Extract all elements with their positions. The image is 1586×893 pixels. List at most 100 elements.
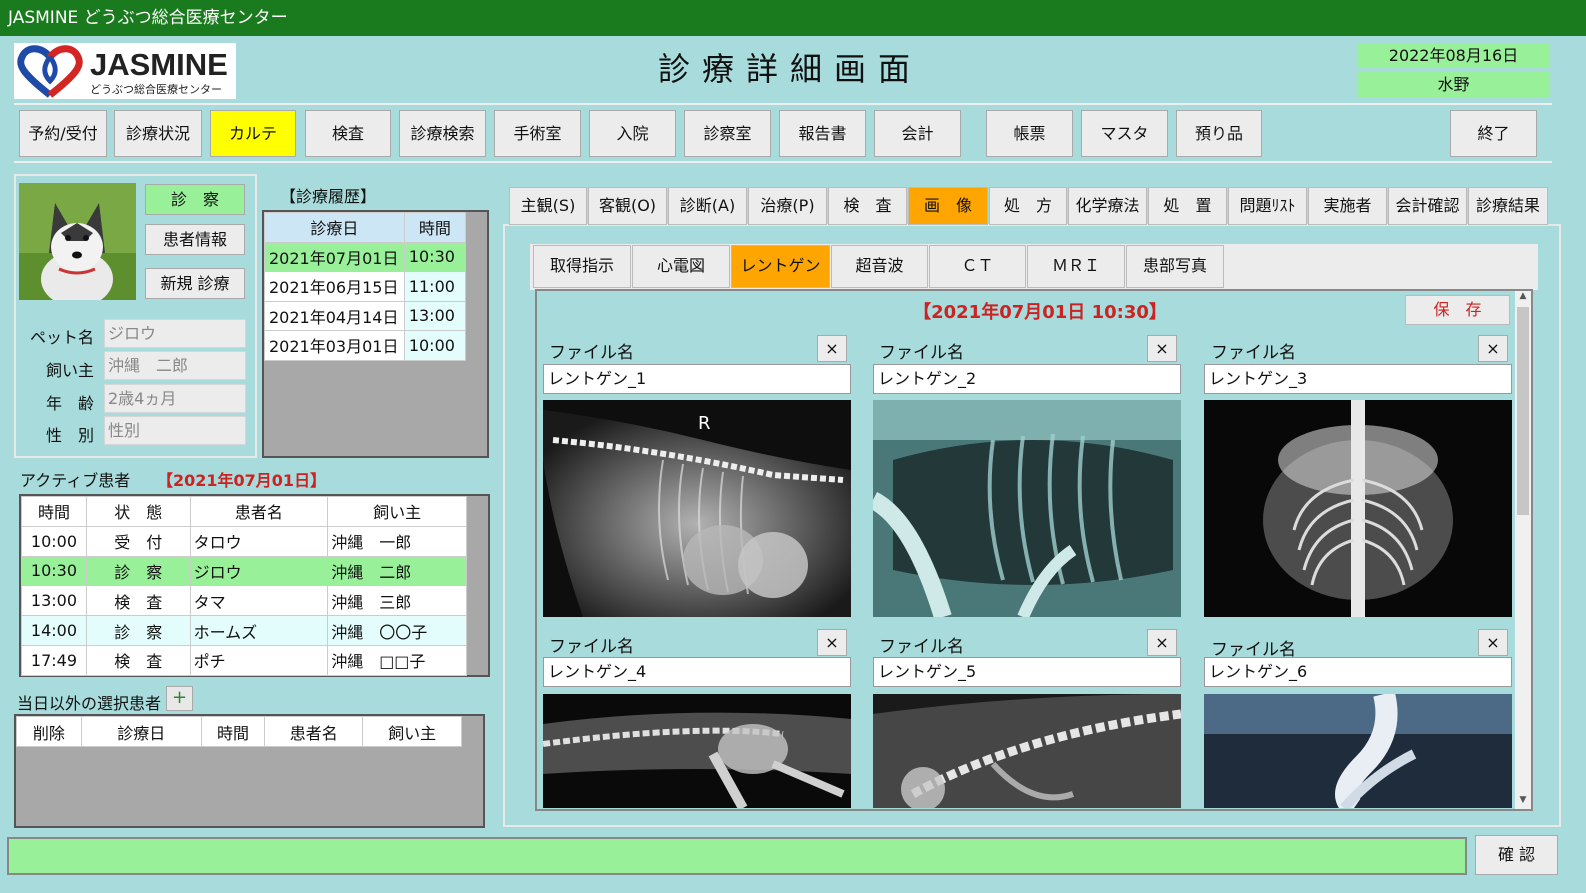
nav-exam-button[interactable]: 検査 xyxy=(305,110,391,157)
filename-input-4[interactable]: レントゲン_4 xyxy=(543,657,851,687)
history-row[interactable]: 2021年06月15日 11:00 xyxy=(264,271,467,302)
nav-search-button[interactable]: 診療検索 xyxy=(399,110,486,157)
nav-hospitalize-button[interactable]: 入院 xyxy=(589,110,676,157)
active-owner: 沖縄 □□子 xyxy=(327,644,467,676)
active-patients-panel: 時間 状 態 患者名 飼い主 10:00 受 付タロウ 沖縄 一郎 10:30 診 察… xyxy=(19,494,490,677)
tab-billing-confirm[interactable]: 会計確認 xyxy=(1388,187,1467,225)
close-icon[interactable]: × xyxy=(1147,335,1177,362)
tab-performer[interactable]: 実施者 xyxy=(1308,187,1387,225)
nav-karte-button[interactable]: カルテ xyxy=(210,110,296,157)
history-row[interactable]: 2021年07月01日 10:30 xyxy=(264,241,467,272)
close-icon[interactable]: × xyxy=(817,629,847,656)
tab-exam[interactable]: 検 査 xyxy=(828,187,907,225)
scroll-up-icon[interactable]: ▲ xyxy=(1515,291,1531,305)
nav-consult-room-button[interactable]: 診察室 xyxy=(684,110,771,157)
nav-report-button[interactable]: 報告書 xyxy=(779,110,866,157)
active-row[interactable]: 17:49 検 査ポチ 沖縄 □□子 xyxy=(21,644,467,676)
tab-subjective[interactable]: 主観(S) xyxy=(509,187,587,225)
tab-assessment[interactable]: 診断(A) xyxy=(668,187,747,225)
nav-master-button[interactable]: マスタ xyxy=(1081,110,1168,157)
active-time: 13:00 xyxy=(21,585,87,617)
active-owner: 沖縄 一郎 xyxy=(327,525,467,557)
patient-info-button[interactable]: 患者情報 xyxy=(145,224,245,255)
scroll-down-icon[interactable]: ▼ xyxy=(1515,795,1531,809)
tab-results[interactable]: 診療結果 xyxy=(1468,187,1548,225)
nav-status-button[interactable]: 診療状況 xyxy=(114,110,202,157)
active-row[interactable]: 13:00 検 査タマ 沖縄 三郎 xyxy=(21,585,467,617)
close-icon[interactable]: × xyxy=(1478,335,1508,362)
subtab-photos[interactable]: 患部写真 xyxy=(1126,245,1224,288)
tab-treatment[interactable]: 処 置 xyxy=(1148,187,1227,225)
history-row[interactable]: 2021年04月14日 13:00 xyxy=(264,300,467,331)
subtab-order[interactable]: 取得指示 xyxy=(533,245,631,288)
filename-input-5[interactable]: レントゲン_5 xyxy=(873,657,1181,687)
history-time: 10:00 xyxy=(403,330,467,361)
nav-surgery-button[interactable]: 手術室 xyxy=(494,110,581,157)
xray-image-5[interactable] xyxy=(873,694,1181,808)
active-owner: 沖縄 〇〇子 xyxy=(327,615,467,646)
logo-subtitle: どうぶつ総合医療センター xyxy=(90,83,222,96)
history-date: 2021年07月01日 xyxy=(264,241,405,272)
xray-image-3[interactable] xyxy=(1204,400,1512,617)
close-icon[interactable]: × xyxy=(1478,629,1508,656)
nav-deposit-button[interactable]: 預り品 xyxy=(1176,110,1262,157)
active-row[interactable]: 14:00 診 察ホームズ 沖縄 〇〇子 xyxy=(21,615,467,646)
logo-brand: JASMINE xyxy=(90,47,228,82)
sex-label: 性 別 xyxy=(45,426,94,445)
active-time: 14:00 xyxy=(21,615,87,646)
current-user: 水野 xyxy=(1357,72,1550,97)
save-button[interactable]: 保 存 xyxy=(1405,295,1510,325)
consult-button[interactable]: 診 察 xyxy=(145,184,245,215)
history-date: 2021年04月14日 xyxy=(264,300,405,331)
active-row[interactable]: 10:30 診 察ジロウ 沖縄 二郎 xyxy=(21,555,467,587)
xray-image-4[interactable] xyxy=(543,694,851,808)
subtab-ultrasound[interactable]: 超音波 xyxy=(831,245,928,288)
history-time: 10:30 xyxy=(403,241,467,272)
filename-input-3[interactable]: レントゲン_3 xyxy=(1204,364,1512,394)
file-label-1: ファイル名 xyxy=(549,343,634,363)
xray-image-2[interactable] xyxy=(873,400,1181,617)
nav-exit-button[interactable]: 終了 xyxy=(1450,110,1537,157)
new-consult-button[interactable]: 新規 診療 xyxy=(145,268,245,299)
filename-input-1[interactable]: レントゲン_1 xyxy=(543,364,851,394)
nav-reservation-button[interactable]: 予約/受付 xyxy=(19,110,107,157)
tab-chemotherapy[interactable]: 化学療法 xyxy=(1068,187,1147,225)
close-icon[interactable]: × xyxy=(1147,629,1177,656)
subtab-mri[interactable]: ＭＲＩ xyxy=(1027,245,1125,288)
subtab-ct[interactable]: ＣＴ xyxy=(929,245,1026,288)
gallery-scrollbar[interactable]: ▲ ▼ xyxy=(1515,291,1531,809)
xray-image-6[interactable] xyxy=(1204,694,1512,808)
other-header-owner: 飼い主 xyxy=(362,716,462,747)
file-label-5: ファイル名 xyxy=(879,637,964,657)
close-icon[interactable]: × xyxy=(817,335,847,362)
tab-plan[interactable]: 治療(P) xyxy=(748,187,827,225)
scroll-thumb[interactable] xyxy=(1517,307,1529,515)
tab-images[interactable]: 画 像 xyxy=(908,187,988,225)
age-field[interactable]: 2歳4ヵ月 xyxy=(104,384,246,413)
filename-input-6[interactable]: レントゲン_6 xyxy=(1204,657,1512,687)
subtab-xray[interactable]: レントゲン xyxy=(731,245,830,288)
active-status: 診 察 xyxy=(85,555,191,587)
active-row[interactable]: 10:00 受 付タロウ 沖縄 一郎 xyxy=(21,525,467,557)
history-row[interactable]: 2021年03月01日 10:00 xyxy=(264,330,467,361)
tab-objective[interactable]: 客観(O) xyxy=(588,187,667,225)
owner-label: 飼い主 xyxy=(45,361,94,380)
nav-forms-button[interactable]: 帳票 xyxy=(986,110,1073,157)
tab-prescription[interactable]: 処 方 xyxy=(989,187,1067,225)
sex-field[interactable]: 性別 xyxy=(104,416,246,445)
history-header-date: 診療日 xyxy=(264,212,405,243)
image-datetime: 【2021年07月01日 10:30】 xyxy=(913,302,1167,323)
pet-name-field[interactable]: ジロウ xyxy=(104,319,246,348)
filename-input-2[interactable]: レントゲン_2 xyxy=(873,364,1181,394)
subtab-ecg[interactable]: 心電図 xyxy=(632,245,730,288)
other-patients-table: 削除 診療日 時間 患者名 飼い主 xyxy=(16,716,462,747)
tab-problem-list[interactable]: 問題ﾘｽﾄ xyxy=(1228,187,1307,225)
window-title-bar: JASMINE どうぶつ総合医療センター xyxy=(0,0,1586,36)
add-patient-button[interactable]: + xyxy=(166,686,193,711)
history-time: 13:00 xyxy=(403,300,467,331)
owner-field[interactable]: 沖縄 二郎 xyxy=(104,351,246,380)
confirm-button[interactable]: 確 認 xyxy=(1475,835,1558,875)
nav-billing-button[interactable]: 会計 xyxy=(874,110,961,157)
active-header-name: 患者名 xyxy=(189,496,329,527)
xray-image-1[interactable]: R xyxy=(543,400,851,617)
